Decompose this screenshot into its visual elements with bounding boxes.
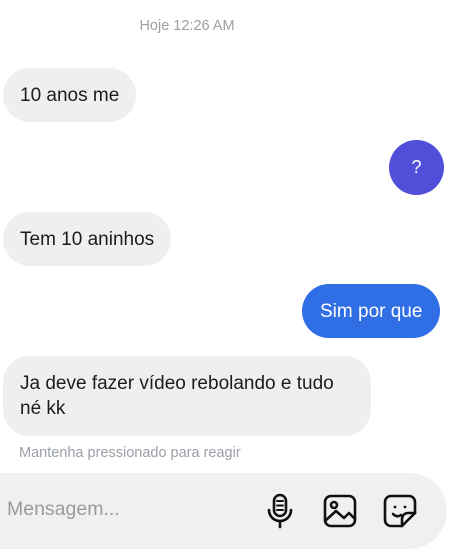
microphone-icon xyxy=(267,493,293,529)
message-input[interactable] xyxy=(7,498,247,521)
sticker-button[interactable] xyxy=(380,491,420,531)
sticker-icon xyxy=(383,494,417,528)
message-composer xyxy=(0,473,447,549)
message-bubble-incoming[interactable]: Tem 10 aninhos xyxy=(3,212,172,266)
message-bubble-outgoing[interactable]: Sim por que xyxy=(302,284,441,338)
message-bubble-incoming[interactable]: 10 anos me xyxy=(3,68,137,122)
message-bubble-outgoing[interactable]: ? xyxy=(389,140,444,195)
message-timestamp: Hoje 12:26 AM xyxy=(139,18,235,34)
reaction-hint: Mantenha pressionado para reagir xyxy=(19,445,241,461)
message-bubble-incoming[interactable]: Ja deve fazer vídeo rebolando e tudo né … xyxy=(3,356,371,436)
gallery-icon xyxy=(323,494,357,528)
gallery-button[interactable] xyxy=(320,491,360,531)
microphone-button[interactable] xyxy=(260,491,300,531)
